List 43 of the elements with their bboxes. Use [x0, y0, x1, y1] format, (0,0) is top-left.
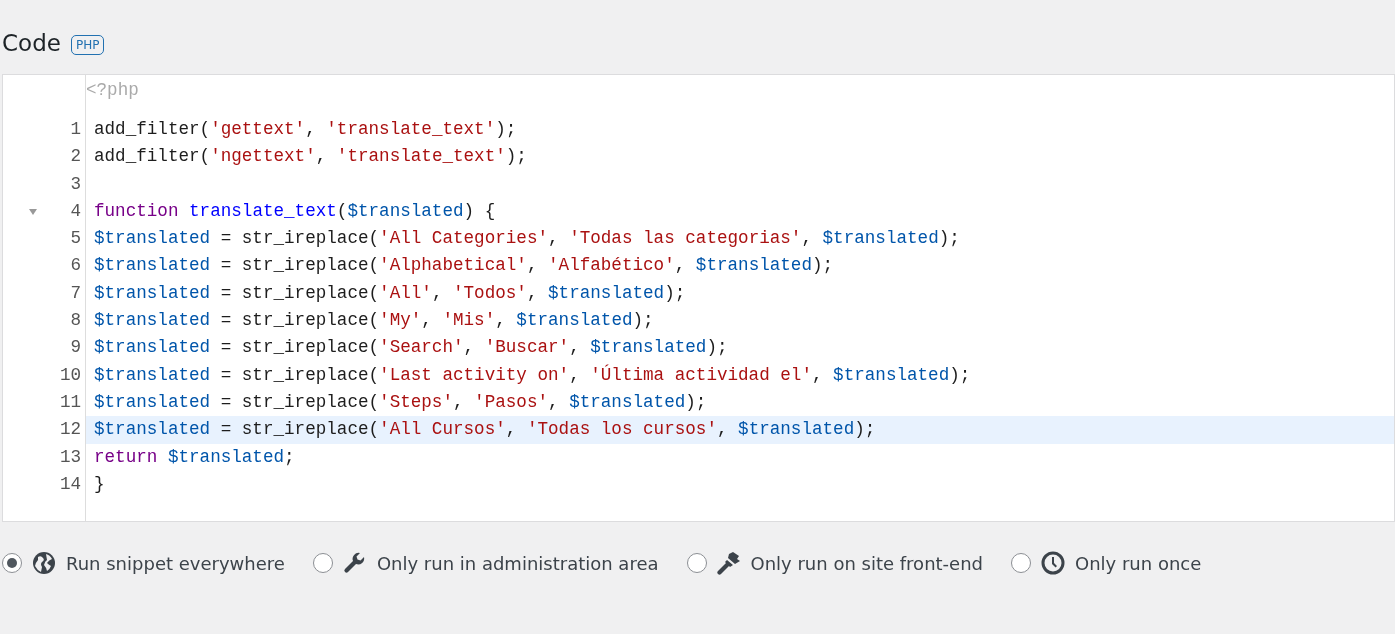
php-open-tag: <?php — [86, 77, 1394, 116]
line-number: 4 — [70, 199, 81, 223]
line-number: 9 — [70, 336, 81, 360]
line-number: 3 — [70, 172, 81, 196]
wrench-icon — [342, 551, 367, 575]
line-number: 2 — [70, 145, 81, 169]
line-number: 10 — [59, 363, 81, 387]
code-line: $translated = str_ireplace('Steps', 'Pasos', $translated); — [93, 390, 708, 414]
option-label[interactable]: Run snippet everywhere — [66, 552, 285, 574]
code-line: $translated = str_ireplace('Last activity on', 'Última actividad el', $translated); — [93, 363, 972, 387]
line-number: 14 — [59, 472, 81, 496]
clock-icon — [1041, 551, 1065, 575]
line-number: 12 — [59, 418, 81, 442]
code-line: $translated = str_ireplace('All', 'Todos', $translated); — [93, 281, 687, 305]
option-label[interactable]: Only run in administration area — [376, 552, 659, 574]
code-line: $translated = str_ireplace('Search', 'Buscar', $translated); — [93, 336, 729, 360]
section-title: Code — [2, 30, 61, 56]
code-line: add_filter('gettext', 'translate_text'); — [93, 118, 518, 141]
code-line: function translate_text($translated) { — [93, 199, 497, 223]
line-number: 5 — [70, 227, 81, 251]
radio-button[interactable] — [2, 553, 22, 573]
line-number: 6 — [70, 254, 81, 278]
code-line: $translated = str_ireplace('Alphabetical', 'Alfabético', $translated); — [93, 254, 835, 278]
radio-button[interactable] — [312, 553, 333, 573]
language-badge: PHP — [70, 34, 105, 55]
line-number: 7 — [70, 281, 81, 305]
code-line: $translated = str_ireplace('All Categories', 'Todas las categorias', $translated); — [93, 227, 961, 251]
radio-button[interactable] — [1011, 553, 1031, 573]
option-label[interactable]: Only run once — [1075, 552, 1202, 574]
code-line: $translated = str_ireplace('My', 'Mis', $translated); — [93, 309, 655, 333]
line-number: 11 — [59, 390, 81, 414]
option-label[interactable]: Only run on site front-end — [750, 552, 983, 574]
line-number: 8 — [70, 309, 81, 333]
line-number: 1 — [70, 118, 81, 141]
code-line: add_filter('ngettext', 'translate_text'); — [93, 145, 528, 169]
fold-arrow-icon[interactable] — [29, 208, 37, 215]
globe-icon — [32, 551, 56, 575]
line-number: 13 — [59, 445, 81, 469]
paintbrush-icon — [716, 551, 741, 575]
code-line: } — [93, 472, 106, 496]
code-editor[interactable] — [2, 74, 1395, 522]
radio-button[interactable] — [686, 553, 707, 573]
code-line: return $translated; — [93, 445, 296, 469]
